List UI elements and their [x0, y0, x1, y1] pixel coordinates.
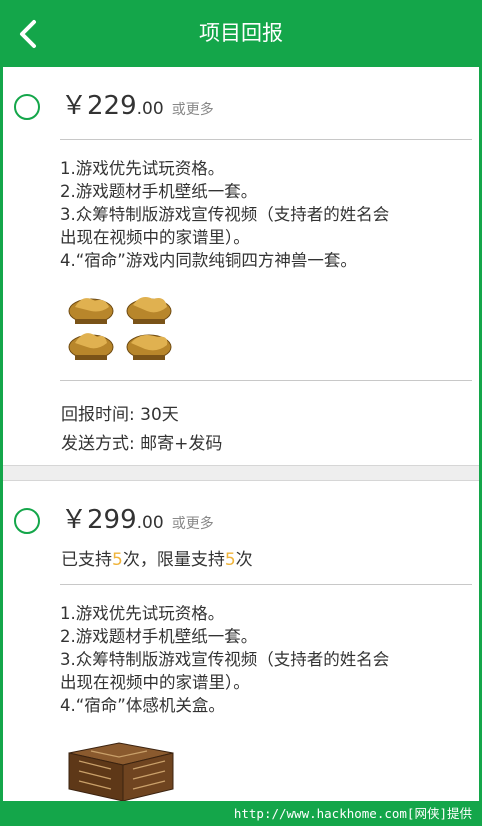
reward-card[interactable]: ￥229.00 或更多 1.游戏优先试玩资格。 2.游戏题材手机壁纸一套。 3.众… — [3, 67, 479, 465]
reward-line: 出现在视频中的家谱里）。 — [60, 673, 250, 692]
reward-description: 1.游戏优先试玩资格。 2.游戏题材手机壁纸一套。 3.众筹特制版游戏宣传视频（… — [60, 602, 465, 717]
price: ￥299.00 或更多 — [61, 499, 214, 536]
support-limit: 已支持5次，限量支持5次 — [61, 545, 253, 570]
card-separator — [3, 465, 479, 481]
reward-line: 2.游戏题材手机壁纸一套。 — [60, 182, 258, 201]
select-radio[interactable] — [14, 508, 40, 534]
delivery-time: 回报时间: 30天 — [61, 405, 179, 425]
or-more-label: 或更多 — [171, 516, 214, 532]
price: ￥229.00 或更多 — [61, 85, 214, 122]
limit-suffix: 次 — [235, 550, 253, 570]
divider — [60, 139, 472, 140]
supported-count: 5 — [112, 550, 123, 570]
price-integer: 229 — [87, 91, 137, 121]
reward-line: 3.众筹特制版游戏宣传视频（支持者的姓名会 — [60, 650, 390, 669]
watermark-text: http://www.hackhome.com[网侠]提供 — [233, 806, 472, 821]
reward-line: 4.“宿命”体感机关盒。 — [60, 696, 225, 715]
page-title: 项目回报 — [199, 21, 283, 45]
price-integer: 299 — [87, 505, 137, 535]
puzzle-box-image — [61, 739, 179, 802]
divider — [60, 584, 472, 585]
reward-line: 3.众筹特制版游戏宣传视频（支持者的姓名会 — [60, 205, 390, 224]
reward-line: 2.游戏题材手机壁纸一套。 — [60, 627, 258, 646]
or-more-label: 或更多 — [171, 102, 214, 118]
footer-bar: http://www.hackhome.com[网侠]提供 — [0, 801, 482, 826]
top-bar: 项目回报 — [0, 0, 482, 67]
reward-line: 1.游戏优先试玩资格。 — [60, 159, 225, 178]
bronze-beasts-image — [61, 287, 183, 369]
reward-line: 1.游戏优先试玩资格。 — [60, 604, 225, 623]
divider — [60, 380, 472, 381]
currency-symbol: ￥ — [61, 91, 88, 121]
price-decimal: .00 — [136, 513, 164, 533]
select-radio[interactable] — [14, 94, 40, 120]
limit-prefix: 已支持 — [61, 550, 112, 570]
reward-line: 4.“宿命”游戏内同款纯铜四方神兽一套。 — [60, 251, 357, 270]
shipping-method: 发送方式: 邮寄+发码 — [61, 434, 223, 454]
price-decimal: .00 — [136, 99, 164, 119]
reward-description: 1.游戏优先试玩资格。 2.游戏题材手机壁纸一套。 3.众筹特制版游戏宣传视频（… — [60, 157, 465, 272]
limit-mid: 次，限量支持 — [122, 550, 225, 570]
reward-line: 出现在视频中的家谱里）。 — [60, 228, 250, 247]
reward-card[interactable]: ￥299.00 或更多 已支持5次，限量支持5次 1.游戏优先试玩资格。 2.游戏… — [3, 481, 479, 802]
currency-symbol: ￥ — [61, 505, 88, 535]
limit-total: 5 — [224, 550, 236, 570]
